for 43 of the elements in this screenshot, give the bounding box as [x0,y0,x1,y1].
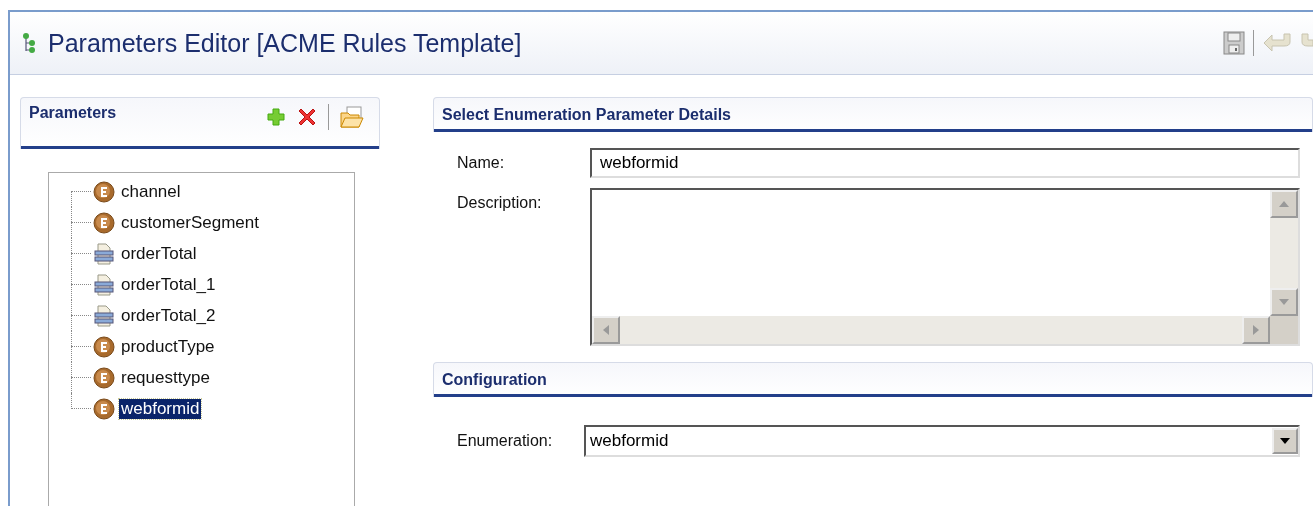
tree-item[interactable]: webformid [119,398,202,419]
scroll-down-button[interactable] [1270,288,1298,316]
tree-item[interactable]: channel [119,181,183,202]
tree-item[interactable]: customerSegment [119,212,261,233]
enum-icon [93,335,115,358]
caret-down-icon [1280,438,1290,444]
add-icon[interactable] [266,107,286,127]
table-icon [93,242,115,265]
scroll-left-button[interactable] [592,316,620,344]
tree-item[interactable]: requesttype [119,367,212,388]
scrollbar-corner [1270,316,1298,344]
tree-icon [22,32,36,54]
section-title: Parameters [29,104,117,122]
dropdown-button[interactable] [1272,428,1298,454]
field-label: Name: [457,153,506,172]
caret-down-icon [1279,299,1289,305]
description-field[interactable] [590,188,1300,346]
enum-icon [93,180,115,203]
enumeration-dropdown[interactable]: webformid [584,425,1300,457]
table-icon [93,304,115,327]
scroll-up-button[interactable] [1270,190,1298,218]
enum-icon [93,397,115,420]
tree-item[interactable]: orderTotal_2 [119,305,218,326]
enum-icon [93,366,115,389]
save-icon[interactable] [1223,31,1245,55]
enum-icon [93,211,115,234]
caret-left-icon [603,325,609,335]
field-label: Description: [457,193,543,212]
scroll-right-button[interactable] [1242,316,1270,344]
tree-item[interactable]: orderTotal [119,243,199,264]
folder-icon[interactable] [339,105,365,129]
undo-arrow-icon[interactable] [1262,32,1292,54]
name-field[interactable]: webformid [590,148,1300,178]
caret-up-icon [1279,201,1289,207]
field-label: Enumeration: [457,432,554,450]
section-title: Select Enumeration Parameter Details [442,106,731,124]
table-icon [93,273,115,296]
tree-item[interactable]: orderTotal_1 [119,274,218,295]
delete-icon[interactable] [296,106,318,128]
editor-title: Parameters Editor [ACME Rules Template] [48,28,522,58]
caret-right-icon [1253,325,1259,335]
tree-item[interactable]: productType [119,336,217,357]
section-title: Configuration [442,371,547,389]
